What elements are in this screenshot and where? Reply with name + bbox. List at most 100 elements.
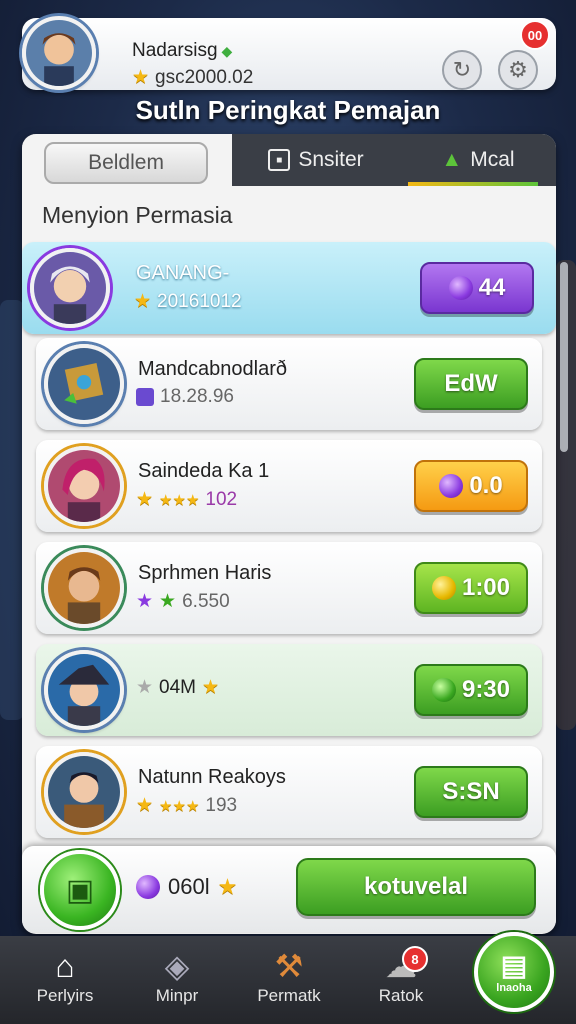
my-rank-card: ▣ 060l ★ kotuvelal bbox=[22, 846, 556, 932]
leaderboard-row[interactable]: ★ 04M ★ 9:30 bbox=[36, 644, 542, 736]
nav-label: Perlyirs bbox=[36, 986, 94, 1005]
nav-item-map[interactable]: ◈ Minpr bbox=[122, 946, 232, 1006]
row-name: Sprhmen Haris bbox=[138, 562, 272, 584]
row-score: ★ ★ 6.550 bbox=[136, 590, 230, 613]
avatar bbox=[30, 248, 110, 328]
row-score-value: 18.28.96 bbox=[160, 386, 234, 407]
row-action-button[interactable]: 44 bbox=[420, 262, 534, 314]
square-icon: ■ bbox=[268, 149, 291, 171]
portrait-icon bbox=[48, 654, 120, 726]
row-name: GANANG- bbox=[136, 262, 230, 284]
portrait-icon bbox=[26, 20, 92, 86]
row-score-value: 04M bbox=[159, 676, 197, 698]
button-label: EdW bbox=[444, 370, 498, 397]
portrait-icon bbox=[48, 756, 120, 828]
leaderboard-panel: Beldlem ■ Snsiter ▲ Mcal Menyion Permasi… bbox=[22, 134, 556, 934]
leaderboard-row[interactable]: GANANG- ★ 20161012 44 bbox=[22, 242, 556, 334]
chest-button[interactable]: ▣ bbox=[40, 850, 120, 930]
refresh-button[interactable]: ↻ bbox=[442, 50, 482, 90]
row-action-button[interactable]: 0.0 bbox=[414, 460, 528, 512]
timer-icon bbox=[431, 678, 456, 702]
green-star-icon: ★ bbox=[159, 591, 177, 612]
portrait-icon bbox=[48, 552, 120, 624]
nav-item-craft[interactable]: ⚒ Permatk bbox=[234, 946, 344, 1006]
section-title: Menyion Permasia bbox=[42, 202, 233, 228]
row-action-button[interactable]: S:SN bbox=[414, 766, 528, 818]
button-label: 0.0 bbox=[469, 472, 503, 499]
nav-label: Minpr bbox=[155, 986, 199, 1005]
row-score: ★ ★★★ 193 bbox=[136, 794, 237, 817]
row-score-value: 20161012 bbox=[157, 290, 242, 312]
leaderboard-row[interactable]: Saindeda Ka 1 ★ ★★★ 102 0.0 bbox=[36, 440, 542, 532]
nav-label: Permatk bbox=[257, 986, 321, 1005]
nav-item-special[interactable]: ▤ lnaoha bbox=[474, 932, 554, 1012]
gem-icon bbox=[136, 875, 160, 899]
claim-button[interactable]: kotuvelal bbox=[296, 858, 536, 916]
button-label: kotuvelal bbox=[363, 873, 469, 900]
chat-icon: ☁ bbox=[385, 948, 417, 984]
portrait-icon bbox=[34, 252, 106, 324]
tab-label: Beldlem bbox=[88, 151, 164, 174]
leaderboard-row[interactable]: Natunn Reakoys ★ ★★★ 193 S:SN bbox=[36, 746, 542, 838]
tab-mcal[interactable]: ▲ Mcal bbox=[400, 134, 556, 186]
chest-icon: ▣ bbox=[65, 873, 95, 907]
settings-button[interactable]: ⚙ bbox=[498, 50, 538, 90]
bottom-nav: ⌂ Perlyirs ◈ Minpr ⚒ Permatk ☁ Ratok 8 ▤… bbox=[0, 932, 576, 1024]
button-label: 44 bbox=[478, 274, 506, 301]
row-action-button[interactable]: EdW bbox=[414, 358, 528, 410]
star-icon: ★ bbox=[134, 291, 152, 312]
avatar bbox=[44, 344, 124, 424]
row-action-button[interactable]: 1:00 bbox=[414, 562, 528, 614]
leaderboard-row[interactable]: Mandcabnodlarð 18.28.96 EdW bbox=[36, 338, 542, 430]
tab-label: Mcal bbox=[470, 148, 515, 171]
player-avatar[interactable] bbox=[22, 16, 96, 90]
row-score: ★ 20161012 bbox=[134, 290, 242, 313]
my-rank-value-text: 060l bbox=[168, 874, 210, 899]
star-icon: ★★★ bbox=[159, 491, 200, 509]
nav-item-home[interactable]: ⌂ Perlyirs bbox=[10, 946, 120, 1006]
button-label: S:SN bbox=[442, 778, 500, 805]
row-name: Saindeda Ka 1 bbox=[138, 460, 270, 482]
nav-badge: 8 bbox=[402, 946, 428, 972]
coin-icon bbox=[431, 576, 456, 600]
tab-snsiter[interactable]: ■ Snsiter bbox=[232, 134, 400, 186]
tab-label: Snsiter bbox=[298, 148, 364, 171]
purple-star-icon: ★ bbox=[136, 591, 154, 612]
chest-icon: ▲ bbox=[441, 148, 463, 171]
star-icon: ★ bbox=[217, 874, 238, 899]
avatar bbox=[44, 752, 124, 832]
background-building-left bbox=[0, 300, 24, 720]
gem-icon: ◆ bbox=[221, 43, 233, 59]
nav-badge-count: 8 bbox=[411, 951, 419, 967]
home-icon: ⌂ bbox=[55, 948, 75, 984]
player-name: Nadarsisg ◆ bbox=[132, 40, 232, 62]
row-name: Mandcabnodlarð bbox=[138, 358, 287, 380]
gem-icon bbox=[448, 276, 473, 300]
star-icon: ★★★ bbox=[159, 797, 200, 815]
silver-star-icon: ★ bbox=[136, 677, 154, 698]
row-name: Natunn Reakoys bbox=[138, 766, 286, 788]
nav-item-chat[interactable]: ☁ Ratok 8 bbox=[346, 946, 456, 1006]
button-label: 1:00 bbox=[461, 574, 511, 601]
star-icon: ★ bbox=[136, 795, 154, 816]
leaderboard-row[interactable]: Sprhmen Haris ★ ★ 6.550 1:00 bbox=[36, 542, 542, 634]
page-title: Sutln Peringkat Pemajan bbox=[135, 95, 441, 125]
avatar bbox=[44, 650, 124, 730]
notification-badge: 00 bbox=[520, 20, 550, 50]
tab-indicator bbox=[408, 182, 538, 186]
item-box-icon bbox=[48, 348, 120, 420]
button-label: 9:30 bbox=[461, 676, 511, 703]
nav-label: Ratok bbox=[378, 986, 424, 1005]
star-icon: ★ bbox=[136, 489, 154, 510]
refresh-icon: ↻ bbox=[452, 57, 472, 82]
my-rank-value: 060l ★ bbox=[136, 874, 237, 900]
cube-icon bbox=[136, 388, 154, 406]
tab-beldlem[interactable]: Beldlem bbox=[44, 142, 208, 184]
gear-icon: ⚙ bbox=[508, 57, 528, 82]
row-score-value: 102 bbox=[205, 488, 238, 510]
row-action-button[interactable]: 9:30 bbox=[414, 664, 528, 716]
scrollbar[interactable] bbox=[560, 262, 568, 452]
nav-label: lnaoha bbox=[496, 982, 532, 994]
hammer-icon: ⚒ bbox=[274, 948, 304, 984]
portrait-icon bbox=[48, 450, 120, 522]
